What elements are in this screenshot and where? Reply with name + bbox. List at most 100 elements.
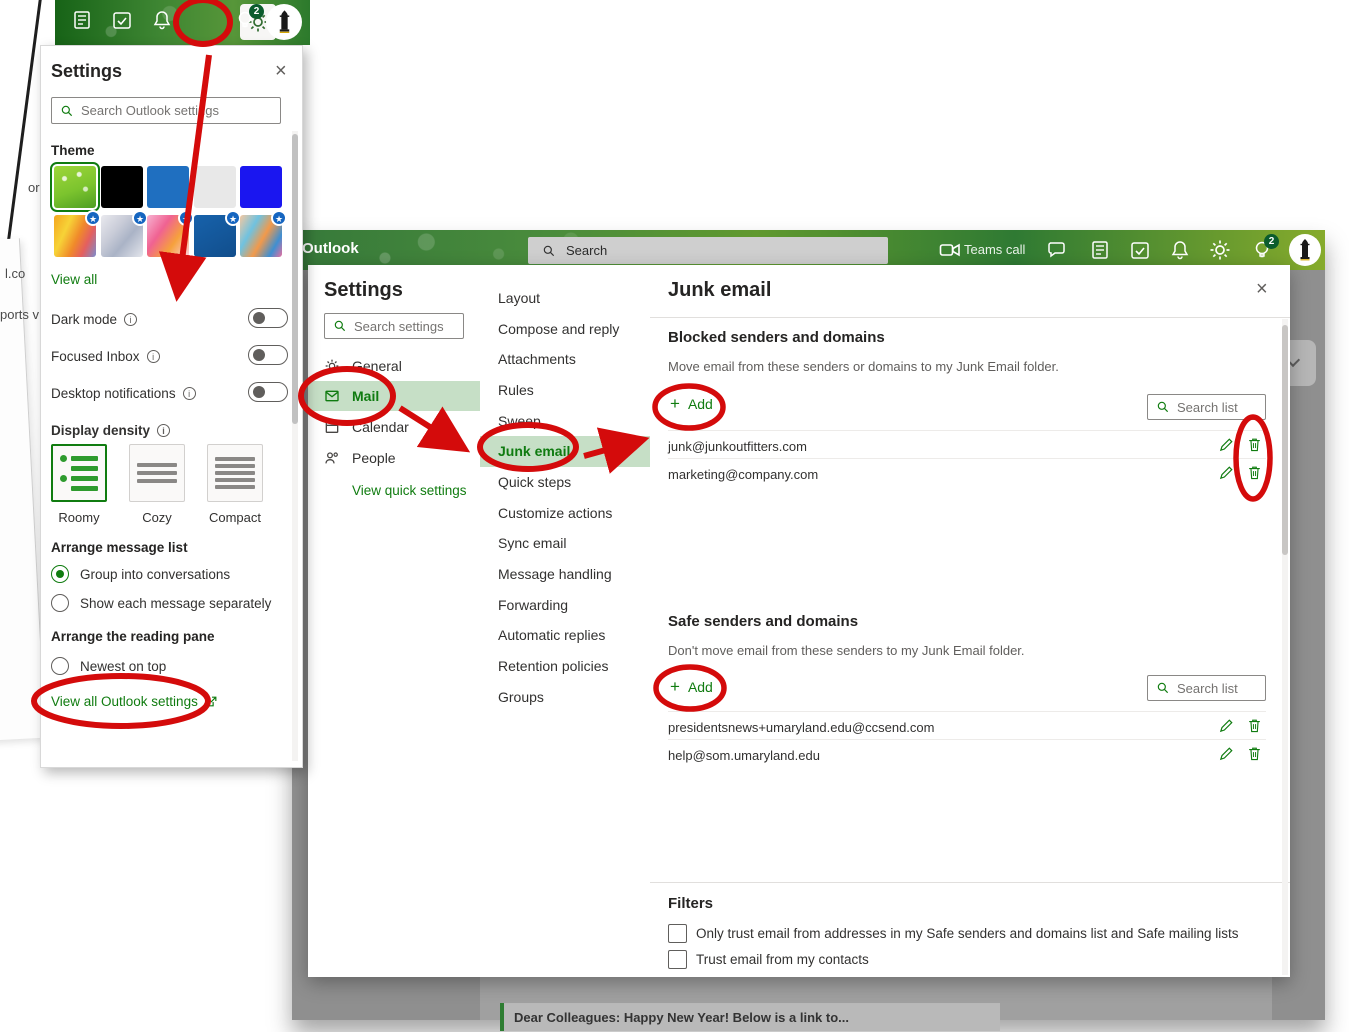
bar (215, 471, 255, 475)
theme-swatch-basketball[interactable]: ★ (194, 215, 236, 257)
radio-group-conversations[interactable]: Group into conversations (51, 564, 230, 584)
edit-pencil-icon[interactable] (1218, 464, 1235, 481)
blocked-search-list-input[interactable]: Search list (1147, 394, 1266, 420)
view-all-outlook-settings-link[interactable]: View all Outlook settings (51, 694, 218, 709)
search-icon (333, 319, 347, 333)
nav-customize-actions[interactable]: Customize actions (480, 498, 650, 529)
theme-swatch-bright-blue[interactable] (240, 166, 282, 208)
delete-trash-icon[interactable] (1246, 745, 1263, 762)
add-safe-sender-button[interactable]: + Add (670, 678, 713, 695)
junk-email-pane: Junk email × Blocked senders and domains… (650, 265, 1290, 977)
dark-mode-toggle[interactable] (248, 308, 288, 328)
bar (71, 456, 98, 461)
nav-sync-email[interactable]: Sync email (480, 528, 650, 559)
theme-swatch-pink[interactable]: ★ (147, 215, 189, 257)
close-icon[interactable]: × (275, 61, 287, 81)
people-icon (324, 450, 340, 466)
star-icon: ★ (85, 210, 101, 226)
view-quick-settings-link[interactable]: View quick settings (352, 483, 467, 498)
filter-checkbox-trust-contacts[interactable] (668, 950, 687, 969)
settings-search-input[interactable]: Search settings (324, 313, 464, 339)
flyout-search-input[interactable]: Search Outlook settings (51, 97, 281, 124)
blocked-senders-heading: Blocked senders and domains (668, 329, 885, 346)
dot (60, 475, 67, 482)
nav-attachments[interactable]: Attachments (480, 344, 650, 375)
delete-trash-icon[interactable] (1246, 464, 1263, 481)
teams-call-button[interactable]: Teams call (964, 242, 1025, 257)
theme-swatch-blue[interactable] (147, 166, 189, 208)
chat-icon[interactable] (1045, 238, 1069, 262)
todo-icon[interactable] (110, 8, 134, 32)
density-label-compact: Compact (207, 510, 263, 525)
focused-inbox-toggle[interactable] (248, 345, 288, 365)
edit-pencil-icon[interactable] (1218, 717, 1235, 734)
flyout-title: Settings (51, 61, 122, 82)
theme-swatch-green-selected[interactable] (54, 166, 96, 208)
radio-newest-on-top[interactable]: Newest on top (51, 656, 166, 676)
theme-swatch-ribbons[interactable]: ★ (101, 215, 143, 257)
category-mail[interactable]: Mail (308, 381, 480, 411)
density-option-compact[interactable] (207, 444, 263, 502)
nav-forwarding[interactable]: Forwarding (480, 590, 650, 621)
search-list-placeholder: Search list (1177, 400, 1238, 415)
category-people[interactable]: People (308, 443, 480, 473)
nav-quick-steps[interactable]: Quick steps (480, 467, 650, 498)
nav-sweep[interactable]: Sweep (480, 406, 650, 437)
todo-icon[interactable] (1128, 238, 1152, 262)
filter-checkbox-label: Trust email from my contacts (696, 952, 869, 967)
background-text-fragment: l.co (5, 266, 25, 281)
dimmed-email-snippet: Dear Colleagues: Happy New Year! Below i… (514, 1010, 849, 1025)
settings-gear-icon[interactable] (1208, 238, 1232, 262)
global-search-input[interactable]: Search (528, 237, 888, 264)
theme-swatch-beach[interactable]: ★ (240, 215, 282, 257)
scrollbar-thumb[interactable] (292, 134, 298, 424)
feed-icon[interactable] (70, 8, 94, 32)
edit-pencil-icon[interactable] (1218, 436, 1235, 453)
feed-icon[interactable] (1088, 238, 1112, 262)
nav-retention-policies[interactable]: Retention policies (480, 651, 650, 682)
nav-layout[interactable]: Layout (480, 283, 650, 314)
outlook-topbar: Outlook Search Teams call 2 (292, 230, 1325, 270)
safe-senders-heading: Safe senders and domains (668, 613, 858, 630)
add-blocked-sender-button[interactable]: + Add (670, 395, 713, 412)
nav-junk-email[interactable]: Junk email (480, 436, 650, 467)
scrollbar-thumb[interactable] (1282, 325, 1288, 555)
nav-compose-and-reply[interactable]: Compose and reply (480, 314, 650, 345)
delete-trash-icon[interactable] (1246, 436, 1263, 453)
theme-view-all-link[interactable]: View all (51, 272, 97, 287)
display-density-heading: Display densityi (51, 419, 294, 441)
category-calendar[interactable]: Calendar (308, 412, 480, 442)
notifications-bell-icon[interactable] (150, 8, 174, 32)
umb-torch-logo-icon (1296, 239, 1314, 261)
density-option-roomy[interactable] (51, 444, 107, 502)
density-option-cozy[interactable] (129, 444, 185, 502)
theme-swatch-gray[interactable] (194, 166, 236, 208)
close-icon[interactable]: × (1256, 279, 1268, 299)
delete-trash-icon[interactable] (1246, 717, 1263, 734)
notifications-bell-icon[interactable] (1168, 238, 1192, 262)
radio-separate-messages[interactable]: Show each message separately (51, 593, 271, 613)
tips-badge: 2 (1264, 234, 1279, 249)
mail-envelope-icon (324, 388, 340, 404)
edit-pencil-icon[interactable] (1218, 745, 1235, 762)
desktop-notifications-toggle[interactable] (248, 382, 288, 402)
nav-rules[interactable]: Rules (480, 375, 650, 406)
nav-message-handling[interactable]: Message handling (480, 559, 650, 590)
nav-automatic-replies[interactable]: Automatic replies (480, 620, 650, 651)
tips-badge: 2 (249, 4, 264, 19)
radio-label: Show each message separately (80, 596, 271, 611)
nav-groups[interactable]: Groups (480, 682, 650, 713)
account-avatar[interactable] (1289, 234, 1321, 266)
safe-search-list-input[interactable]: Search list (1147, 675, 1266, 701)
filter-checkbox-safe-only[interactable] (668, 924, 687, 943)
video-camera-icon[interactable] (938, 238, 962, 262)
safe-sender-item: presidentsnews+umaryland.edu@ccsend.com (668, 720, 934, 735)
theme-swatch-black[interactable] (101, 166, 143, 208)
account-avatar[interactable] (266, 4, 302, 40)
theme-swatch-rainbow[interactable]: ★ (54, 215, 96, 257)
app-title: Outlook (302, 240, 359, 257)
star-icon: ★ (225, 210, 241, 226)
category-general[interactable]: General (308, 351, 480, 381)
category-label: General (352, 358, 402, 374)
radio-icon (51, 594, 69, 612)
